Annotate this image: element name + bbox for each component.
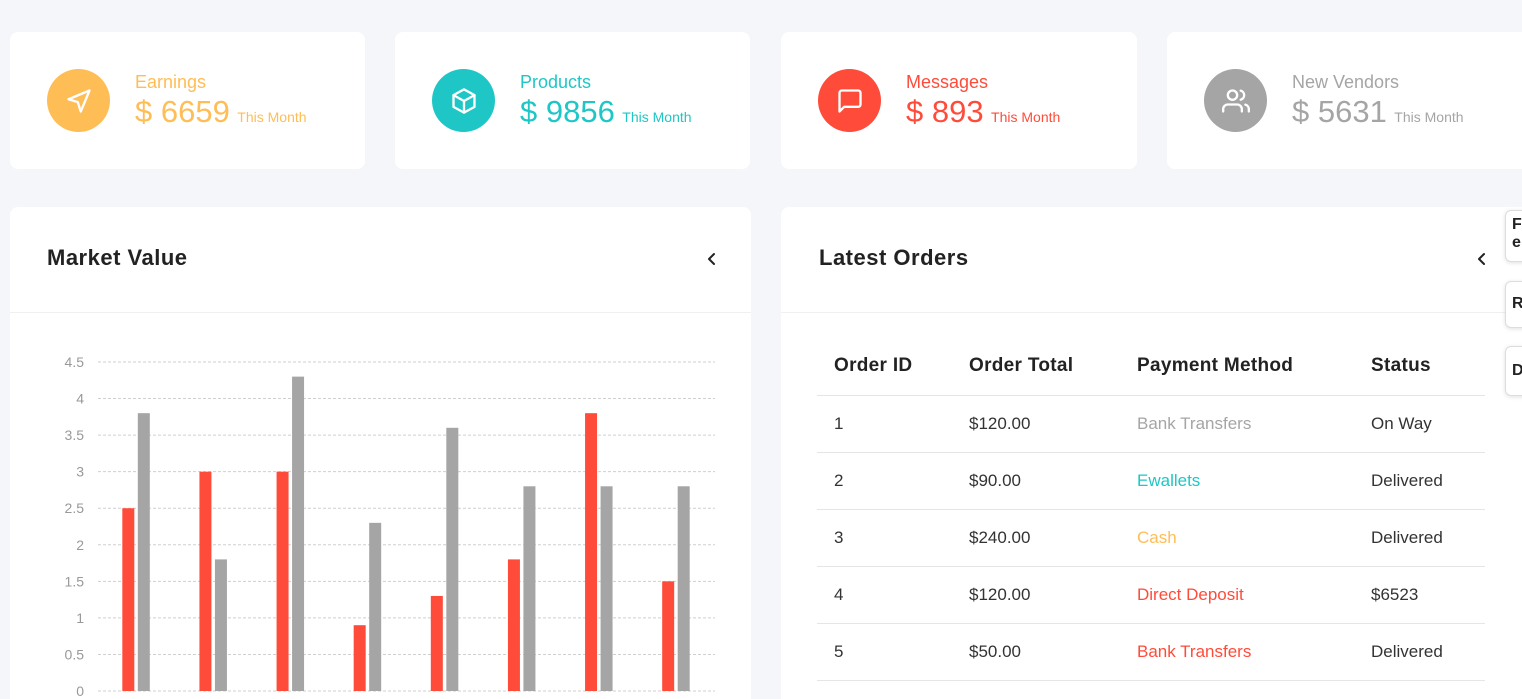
status-cell: Delivered bbox=[1354, 509, 1485, 567]
bar-series-2 bbox=[600, 486, 613, 691]
order-id-cell: 1 bbox=[817, 395, 952, 453]
bar-series-2 bbox=[523, 486, 536, 691]
stat-card-earnings: Earnings $ 6659 This Month bbox=[10, 32, 365, 169]
stat-suffix: This Month bbox=[1394, 109, 1464, 125]
header-status: Status bbox=[1354, 337, 1485, 396]
order-id-cell: 5 bbox=[817, 623, 952, 681]
bar-series-2 bbox=[446, 427, 459, 691]
payment-method-cell: Bank Transfers bbox=[1120, 623, 1354, 681]
bar-series-2 bbox=[214, 559, 227, 691]
bar-series-1 bbox=[276, 471, 289, 691]
market-value-panel: Market Value 0 0.5 1 1.5 2 2.5 3 3.5 4 4.5 bbox=[10, 207, 751, 699]
bar-series-2 bbox=[677, 486, 690, 691]
side-tab[interactable]: F e bbox=[1505, 210, 1522, 262]
status-cell: Delivered bbox=[1354, 452, 1485, 510]
market-value-chart: 0 0.5 1 1.5 2 2.5 3 3.5 4 4.5 bbox=[65, 354, 715, 699]
divider bbox=[781, 312, 1522, 313]
bar-series-1 bbox=[353, 625, 366, 691]
stat-card-messages: Messages $ 893 This Month bbox=[781, 32, 1137, 169]
stat-suffix: This Month bbox=[991, 109, 1061, 125]
bar-series-1 bbox=[507, 559, 520, 691]
stat-value: $ 5631 bbox=[1292, 94, 1387, 129]
order-total-cell: $120.00 bbox=[952, 566, 1120, 624]
stat-card-new-vendors: New Vendors $ 5631 This Month bbox=[1167, 32, 1522, 169]
users-icon bbox=[1204, 69, 1267, 132]
payment-method-cell: Bank Transfers bbox=[1120, 395, 1354, 453]
bar-series-1 bbox=[122, 508, 135, 691]
bar-series-2 bbox=[369, 522, 382, 691]
stat-card-products: Products $ 9856 This Month bbox=[395, 32, 750, 169]
box-icon bbox=[432, 69, 495, 132]
order-total-cell: $50.00 bbox=[952, 623, 1120, 681]
payment-method-cell: Direct Deposit bbox=[1120, 566, 1354, 624]
stat-value: $ 9856 bbox=[520, 94, 615, 129]
status-cell: Delivered bbox=[1354, 623, 1485, 681]
header-order-id: Order ID bbox=[817, 337, 952, 396]
y-tick-label: 1.5 bbox=[65, 573, 85, 589]
stat-suffix: This Month bbox=[622, 109, 692, 125]
panel-title: Latest Orders bbox=[819, 245, 969, 270]
bar-series-2 bbox=[137, 413, 150, 691]
y-tick-label: 2.5 bbox=[65, 500, 85, 516]
stat-label: New Vendors bbox=[1292, 72, 1400, 92]
chevron-left-icon[interactable] bbox=[1474, 251, 1490, 267]
send-icon bbox=[47, 69, 110, 132]
order-id-cell: 2 bbox=[817, 452, 952, 510]
table-row: 1 $120.00 Bank Transfers On Way bbox=[817, 395, 1485, 453]
bar-series-1 bbox=[430, 595, 443, 691]
payment-method-cell: Ewallets bbox=[1120, 452, 1354, 510]
y-tick-label: 4.5 bbox=[65, 354, 85, 370]
y-tick-label: 3.5 bbox=[65, 427, 85, 443]
message-icon bbox=[818, 69, 881, 132]
table-header-row: Order ID Order Total Payment Method Stat… bbox=[817, 337, 1485, 396]
order-id-cell: 4 bbox=[817, 566, 952, 624]
latest-orders-panel: Latest Orders Order ID Order Total Payme… bbox=[781, 207, 1522, 699]
stat-value: $ 893 bbox=[906, 94, 984, 129]
y-tick-label: 1 bbox=[76, 610, 84, 626]
stat-label: Messages bbox=[906, 72, 989, 92]
y-tick-label: 4 bbox=[76, 391, 84, 407]
bar-series-1 bbox=[662, 581, 675, 691]
stat-value: $ 6659 bbox=[135, 94, 230, 129]
order-total-cell: $90.00 bbox=[952, 452, 1120, 510]
table-row: 3 $240.00 Cash Delivered bbox=[817, 509, 1485, 567]
stat-label: Earnings bbox=[135, 72, 207, 92]
bar-series-2 bbox=[292, 376, 305, 691]
bar-series-1 bbox=[199, 471, 212, 691]
order-total-cell: $240.00 bbox=[952, 509, 1120, 567]
side-tab[interactable]: R bbox=[1505, 281, 1522, 328]
status-cell: On Way bbox=[1354, 395, 1485, 453]
table-row: 4 $120.00 Direct Deposit $6523 bbox=[817, 566, 1485, 624]
orders-table: Order ID Order Total Payment Method Stat… bbox=[817, 337, 1485, 681]
y-tick-label: 3 bbox=[76, 464, 84, 480]
side-tab[interactable]: D bbox=[1505, 346, 1522, 396]
y-tick-label: 0 bbox=[76, 683, 84, 699]
status-cell: $6523 bbox=[1354, 566, 1485, 624]
table-row: 2 $90.00 Ewallets Delivered bbox=[817, 452, 1485, 510]
table-row: 5 $50.00 Bank Transfers Delivered bbox=[817, 623, 1485, 681]
bar-series-1 bbox=[585, 413, 598, 691]
stat-suffix: This Month bbox=[237, 109, 307, 125]
payment-method-cell: Cash bbox=[1120, 509, 1354, 567]
order-total-cell: $120.00 bbox=[952, 395, 1120, 453]
header-order-total: Order Total bbox=[952, 337, 1120, 396]
stat-label: Products bbox=[520, 72, 592, 92]
header-payment-method: Payment Method bbox=[1120, 337, 1354, 396]
order-id-cell: 3 bbox=[817, 509, 952, 567]
y-tick-label: 2 bbox=[76, 537, 84, 553]
y-tick-label: 0.5 bbox=[65, 646, 85, 662]
